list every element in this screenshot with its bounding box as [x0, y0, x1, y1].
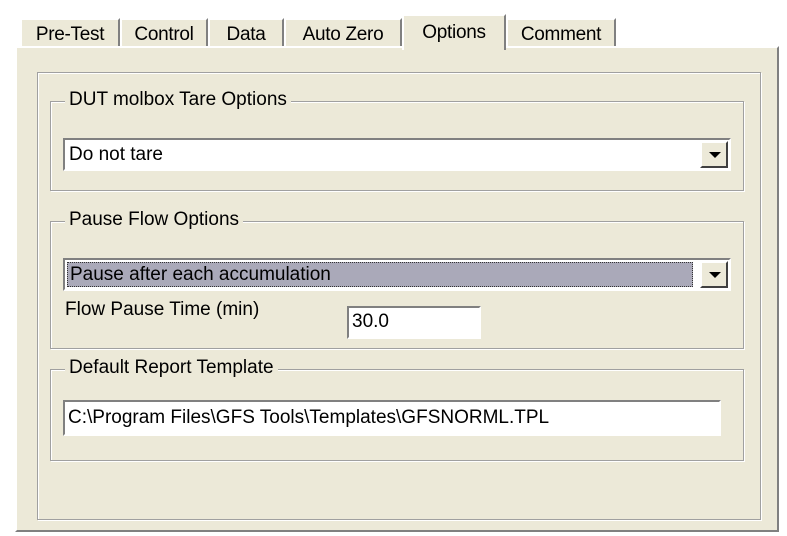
tab-options[interactable]: Options	[402, 14, 506, 50]
tab-control[interactable]: Control	[120, 18, 208, 48]
chevron-down-icon	[709, 272, 721, 278]
chevron-down-icon	[709, 152, 721, 158]
pause-options-select[interactable]: Pause after each accumulation	[63, 258, 731, 291]
pause-options-group: Pause Flow Options Pause after each accu…	[50, 208, 744, 349]
tare-options-select[interactable]: Do not tare	[63, 138, 731, 171]
tab-auto-zero[interactable]: Auto Zero	[284, 18, 402, 48]
flow-pause-time-label: Flow Pause Time (min)	[65, 299, 260, 320]
report-template-path-input[interactable]: C:\Program Files\GFS Tools\Templates\GFS…	[63, 400, 721, 436]
options-frame: DUT molbox Tare Options Do not tare Paus…	[37, 72, 761, 520]
options-panel: DUT molbox Tare Options Do not tare Paus…	[15, 46, 779, 532]
tare-options-dropdown-button[interactable]	[700, 141, 728, 168]
tare-options-legend: DUT molbox Tare Options	[65, 88, 291, 112]
pause-options-value: Pause after each accumulation	[67, 262, 693, 287]
tab-comment[interactable]: Comment	[506, 18, 616, 48]
report-template-legend: Default Report Template	[65, 356, 278, 380]
flow-pause-time-input[interactable]: 30.0	[347, 306, 481, 339]
tare-options-group: DUT molbox Tare Options Do not tare	[50, 88, 744, 191]
pause-options-dropdown-button[interactable]	[700, 261, 728, 288]
tab-strip: Pre-Test Control Data Auto Zero Options …	[20, 14, 660, 50]
pause-options-legend: Pause Flow Options	[65, 208, 244, 232]
tare-options-value: Do not tare	[69, 144, 163, 165]
tab-data[interactable]: Data	[208, 18, 284, 48]
tab-pre-test[interactable]: Pre-Test	[20, 18, 120, 48]
report-template-group: Default Report Template C:\Program Files…	[50, 356, 744, 461]
